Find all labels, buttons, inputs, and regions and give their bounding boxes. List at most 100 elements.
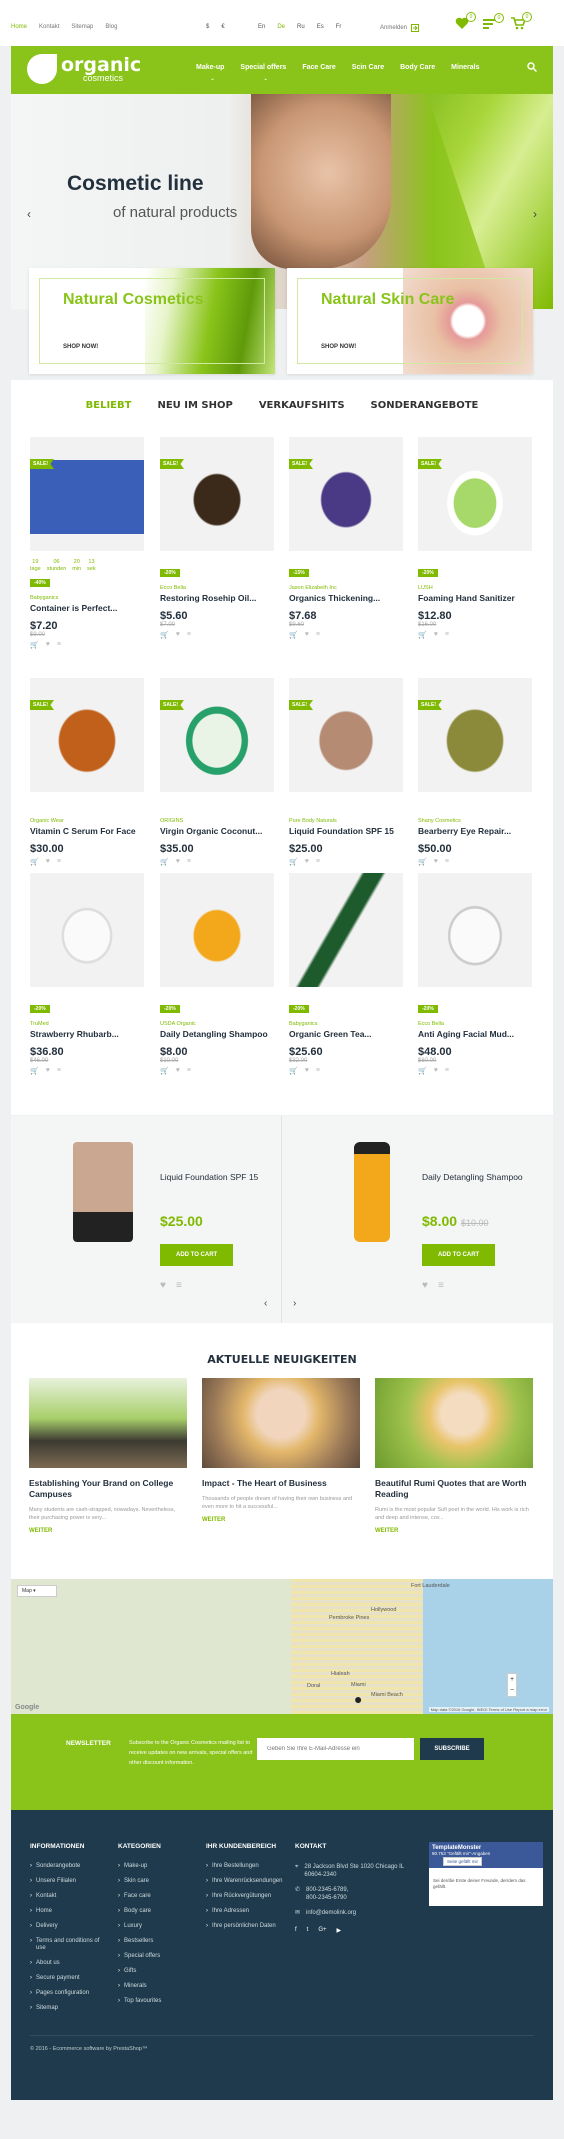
heart-icon[interactable]: ♥ xyxy=(176,631,180,639)
menu-item-minerals[interactable]: Minerals xyxy=(451,64,479,71)
product-image[interactable] xyxy=(30,873,144,987)
footer-category-link[interactable]: Special offers xyxy=(118,1953,198,1960)
compare-icon[interactable]: ≡ xyxy=(316,1067,320,1075)
youtube-icon[interactable]: ▶ xyxy=(337,1927,342,1934)
tab-new[interactable]: NEU IM SHOP xyxy=(157,400,232,411)
heart-icon[interactable]: ♥ xyxy=(434,631,438,639)
product-brand[interactable]: TruMed xyxy=(30,1021,144,1027)
product-name[interactable]: Virgin Organic Coconut... xyxy=(160,826,274,836)
google-plus-icon[interactable]: G+ xyxy=(318,1927,326,1934)
product-card[interactable]: -20% TruMed Strawberry Rhubarb... $36.80 $46… xyxy=(30,873,144,1075)
product-image[interactable]: SALE! xyxy=(30,678,144,792)
footer-info-link[interactable]: Kontakt xyxy=(30,1893,110,1900)
footer-info-link[interactable]: Delivery xyxy=(30,1923,110,1930)
product-brand[interactable]: Shany Cosmetics xyxy=(418,818,532,824)
product-brand[interactable]: Ecco Bella xyxy=(418,1021,532,1027)
slider-next-arrow-icon[interactable]: › xyxy=(533,207,537,221)
read-more-link[interactable]: WEITER xyxy=(375,1528,533,1534)
product-name[interactable]: Daily Detangling Shampoo xyxy=(160,1029,274,1039)
currency-eur[interactable]: € xyxy=(221,24,224,30)
product-image[interactable] xyxy=(160,873,274,987)
cart-icon[interactable]: 🛒 xyxy=(30,641,39,649)
compare-icon[interactable]: ≡ xyxy=(176,1280,182,1291)
map-type-select[interactable]: Map ▾ xyxy=(17,1585,57,1597)
top-link-home[interactable]: Home xyxy=(11,24,27,30)
slider-prev-arrow-icon[interactable]: ‹ xyxy=(27,207,31,221)
product-name[interactable]: Bearberry Eye Repair... xyxy=(418,826,532,836)
product-image[interactable]: SALE! xyxy=(289,437,403,551)
product-name[interactable]: Restoring Rosehip Oil... xyxy=(160,593,274,603)
footer-category-link[interactable]: Body care xyxy=(118,1908,198,1915)
heart-icon[interactable]: ♥ xyxy=(176,858,180,866)
footer-email[interactable]: ✉ info@demolink.org xyxy=(295,1909,405,1917)
shop-now-link[interactable]: SHOP NOW! xyxy=(63,344,98,350)
footer-info-link[interactable]: Unsere Filialen xyxy=(30,1878,110,1885)
add-to-cart-button[interactable]: ADD TO CART xyxy=(160,1244,234,1266)
compare-icon[interactable]: ≡ xyxy=(438,1280,444,1291)
menu-item-makeup[interactable]: Make-up ⌄ xyxy=(196,64,224,82)
twitter-icon[interactable]: t xyxy=(307,1927,309,1934)
news-post[interactable]: Beautiful Rumi Quotes that are Worth Rea… xyxy=(375,1378,533,1534)
tab-specials[interactable]: SONDERANGEBOTE xyxy=(371,400,479,411)
heart-icon[interactable]: ♥ xyxy=(160,1280,166,1291)
footer-category-link[interactable]: Gifts xyxy=(118,1968,198,1975)
product-card[interactable]: SALE! -15% Jason Elizabeth Inc Organics Thi… xyxy=(289,437,403,639)
product-name[interactable]: Organics Thickening... xyxy=(289,593,403,603)
cart-icon[interactable]: 🛒 xyxy=(30,1067,39,1075)
product-name[interactable]: Vitamin C Serum For Face xyxy=(30,826,144,836)
product-card[interactable]: SALE! Shany Cosmetics Bearberry Eye Repair… xyxy=(418,678,532,866)
heart-icon[interactable]: ♥ xyxy=(176,1067,180,1075)
product-image[interactable]: SALE! xyxy=(160,678,274,792)
product-brand[interactable]: ORIGINS xyxy=(160,818,274,824)
compare-icon[interactable]: ≡ xyxy=(445,1067,449,1075)
cart-icon[interactable]: 🛒 xyxy=(418,631,427,639)
cart-icon[interactable]: 🛒 xyxy=(418,1067,427,1075)
product-brand[interactable]: Organic Wear xyxy=(30,818,144,824)
cart-icon[interactable]: 🛒 xyxy=(160,858,169,866)
product-image[interactable] xyxy=(418,873,532,987)
facebook-widget[interactable]: TemplateMonster 80.753 "Gefällt mir"-Anga… xyxy=(429,1842,543,1906)
product-image[interactable]: SALE! xyxy=(418,437,532,551)
post-title[interactable]: Establishing Your Brand on College Campu… xyxy=(29,1478,187,1500)
add-to-cart-button[interactable]: ADD TO CART xyxy=(422,1244,496,1266)
footer-info-link[interactable]: Secure payment xyxy=(30,1975,110,1982)
top-link-sitemap[interactable]: Sitemap xyxy=(71,24,93,30)
menu-item-special-offers[interactable]: Special offers ⌄ xyxy=(240,64,286,82)
product-image[interactable]: SALE! xyxy=(418,678,532,792)
heart-icon[interactable]: ♥ xyxy=(46,1067,50,1075)
footer-info-link[interactable]: About us xyxy=(30,1960,110,1967)
cart-icon[interactable]: 🛒 xyxy=(160,631,169,639)
facebook-like-button[interactable]: Seite gefällt mir xyxy=(443,1857,483,1866)
product-card[interactable]: SALE! -20% Ecco Bella Restoring Rosehip Oil… xyxy=(160,437,274,639)
news-post[interactable]: Impact - The Heart of Business Thousands… xyxy=(202,1378,360,1523)
post-title[interactable]: Beautiful Rumi Quotes that are Worth Rea… xyxy=(375,1478,533,1500)
menu-item-body-care[interactable]: Body Care xyxy=(400,64,435,71)
product-card[interactable]: -20% Ecco Bella Anti Aging Facial Mud... $4… xyxy=(418,873,532,1075)
product-name[interactable]: Foaming Hand Sanitizer xyxy=(418,593,532,603)
newsletter-email-input[interactable] xyxy=(257,1738,414,1760)
heart-icon[interactable]: ♥ xyxy=(305,858,309,866)
footer-category-link[interactable]: Make-up xyxy=(118,1863,198,1870)
featured-name[interactable]: Liquid Foundation SPF 15 xyxy=(160,1172,270,1183)
post-title[interactable]: Impact - The Heart of Business xyxy=(202,1478,360,1489)
map-pin-icon[interactable]: ● xyxy=(354,1691,362,1707)
heart-icon[interactable]: ♥ xyxy=(434,1067,438,1075)
featured-item[interactable]: Liquid Foundation SPF 15 $25.00 ADD TO C… xyxy=(11,1116,282,1323)
currency-usd[interactable]: $ xyxy=(206,24,209,30)
tab-bestsellers[interactable]: VERKAUFSHITS xyxy=(259,400,345,411)
footer-category-link[interactable]: Face care xyxy=(118,1893,198,1900)
heart-icon[interactable]: ♥ xyxy=(46,858,50,866)
product-card[interactable]: SALE! 19 tage 06 stunden 20 min 13 sek -40% Babyga… xyxy=(30,437,144,649)
footer-category-link[interactable]: Bestsellers xyxy=(118,1938,198,1945)
featured-name[interactable]: Daily Detangling Shampoo xyxy=(422,1172,532,1183)
footer-account-link[interactable]: Ihre Adressen xyxy=(206,1908,286,1915)
promo-banner-cosmetics[interactable]: Natural Cosmetics SHOP NOW! xyxy=(29,268,275,374)
featured-prev-arrow-icon[interactable]: ‹ xyxy=(264,1298,267,1309)
cart-icon[interactable]: 🛒 xyxy=(160,1067,169,1075)
footer-category-link[interactable]: Top favourites xyxy=(118,1998,198,2005)
footer-account-link[interactable]: Ihre Rückvergütungen xyxy=(206,1893,286,1900)
compare-icon[interactable]: ≡ xyxy=(187,1067,191,1075)
search-icon[interactable] xyxy=(527,62,537,72)
top-link-blog[interactable]: Blog xyxy=(105,24,117,30)
compare-icon[interactable]: ≡ xyxy=(316,631,320,639)
